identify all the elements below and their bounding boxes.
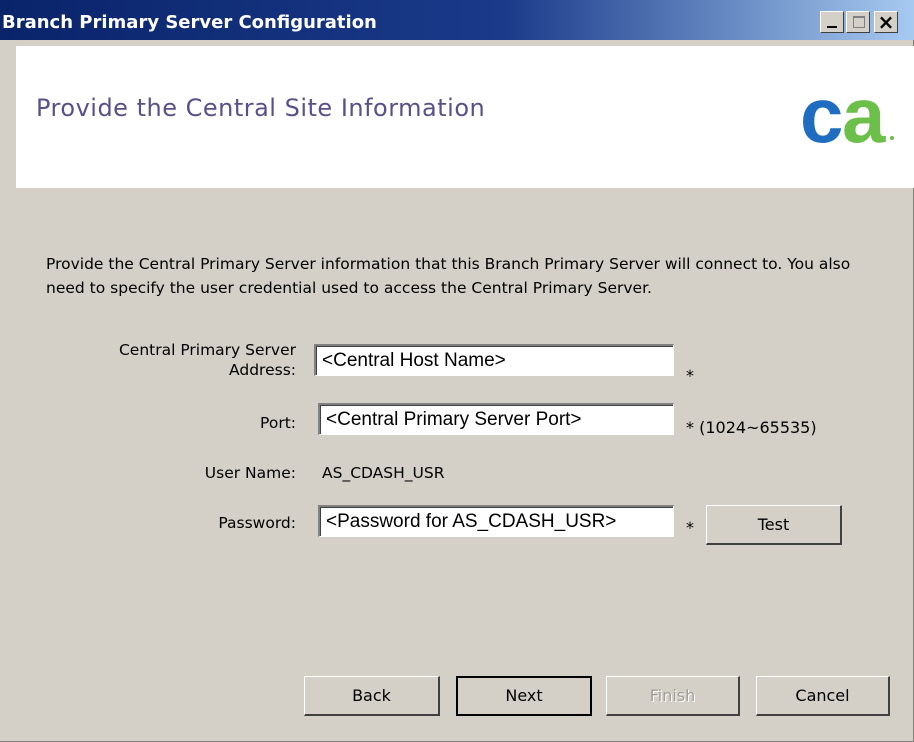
header-banner: Provide the Central Site Information c a xyxy=(16,46,914,188)
password-input[interactable] xyxy=(320,507,673,536)
title-bar[interactable]: Branch Primary Server Configuration × xyxy=(0,0,914,40)
address-field[interactable] xyxy=(314,344,674,376)
maximize-button[interactable] xyxy=(846,11,870,33)
cancel-button[interactable]: Cancel xyxy=(756,676,890,716)
password-required-mark: * xyxy=(686,518,694,537)
password-label: Password: xyxy=(218,514,296,532)
ca-logo-letter-a: a xyxy=(842,76,886,156)
port-range-hint: * (1024~65535) xyxy=(686,418,817,437)
description-text: Provide the Central Primary Server infor… xyxy=(46,255,851,297)
minimize-icon xyxy=(827,26,837,28)
close-button[interactable]: × xyxy=(874,11,898,33)
maximize-icon xyxy=(853,16,865,28)
address-required-mark: * xyxy=(686,366,694,385)
address-input[interactable] xyxy=(316,346,673,375)
ca-logo: c a xyxy=(800,76,894,156)
close-icon: × xyxy=(877,10,895,34)
username-value: AS_CDASH_USR xyxy=(322,464,445,482)
ca-logo-letter-c: c xyxy=(800,76,843,156)
test-button[interactable]: Test xyxy=(706,505,842,545)
port-field[interactable] xyxy=(318,403,674,435)
window-title: Branch Primary Server Configuration xyxy=(2,12,377,33)
finish-button[interactable]: Finish xyxy=(606,676,740,716)
port-label: Port: xyxy=(260,414,296,432)
minimize-button[interactable] xyxy=(820,11,844,33)
next-button[interactable]: Next xyxy=(456,676,592,716)
dialog-window: Branch Primary Server Configuration × Pr… xyxy=(0,0,914,742)
username-label: User Name: xyxy=(204,464,296,482)
password-field[interactable] xyxy=(318,505,674,537)
page-title: Provide the Central Site Information xyxy=(36,94,486,122)
back-button[interactable]: Back xyxy=(304,676,440,716)
port-input[interactable] xyxy=(320,405,673,434)
address-label: Central Primary Server Address: xyxy=(118,341,296,379)
ca-logo-dot xyxy=(890,136,894,140)
